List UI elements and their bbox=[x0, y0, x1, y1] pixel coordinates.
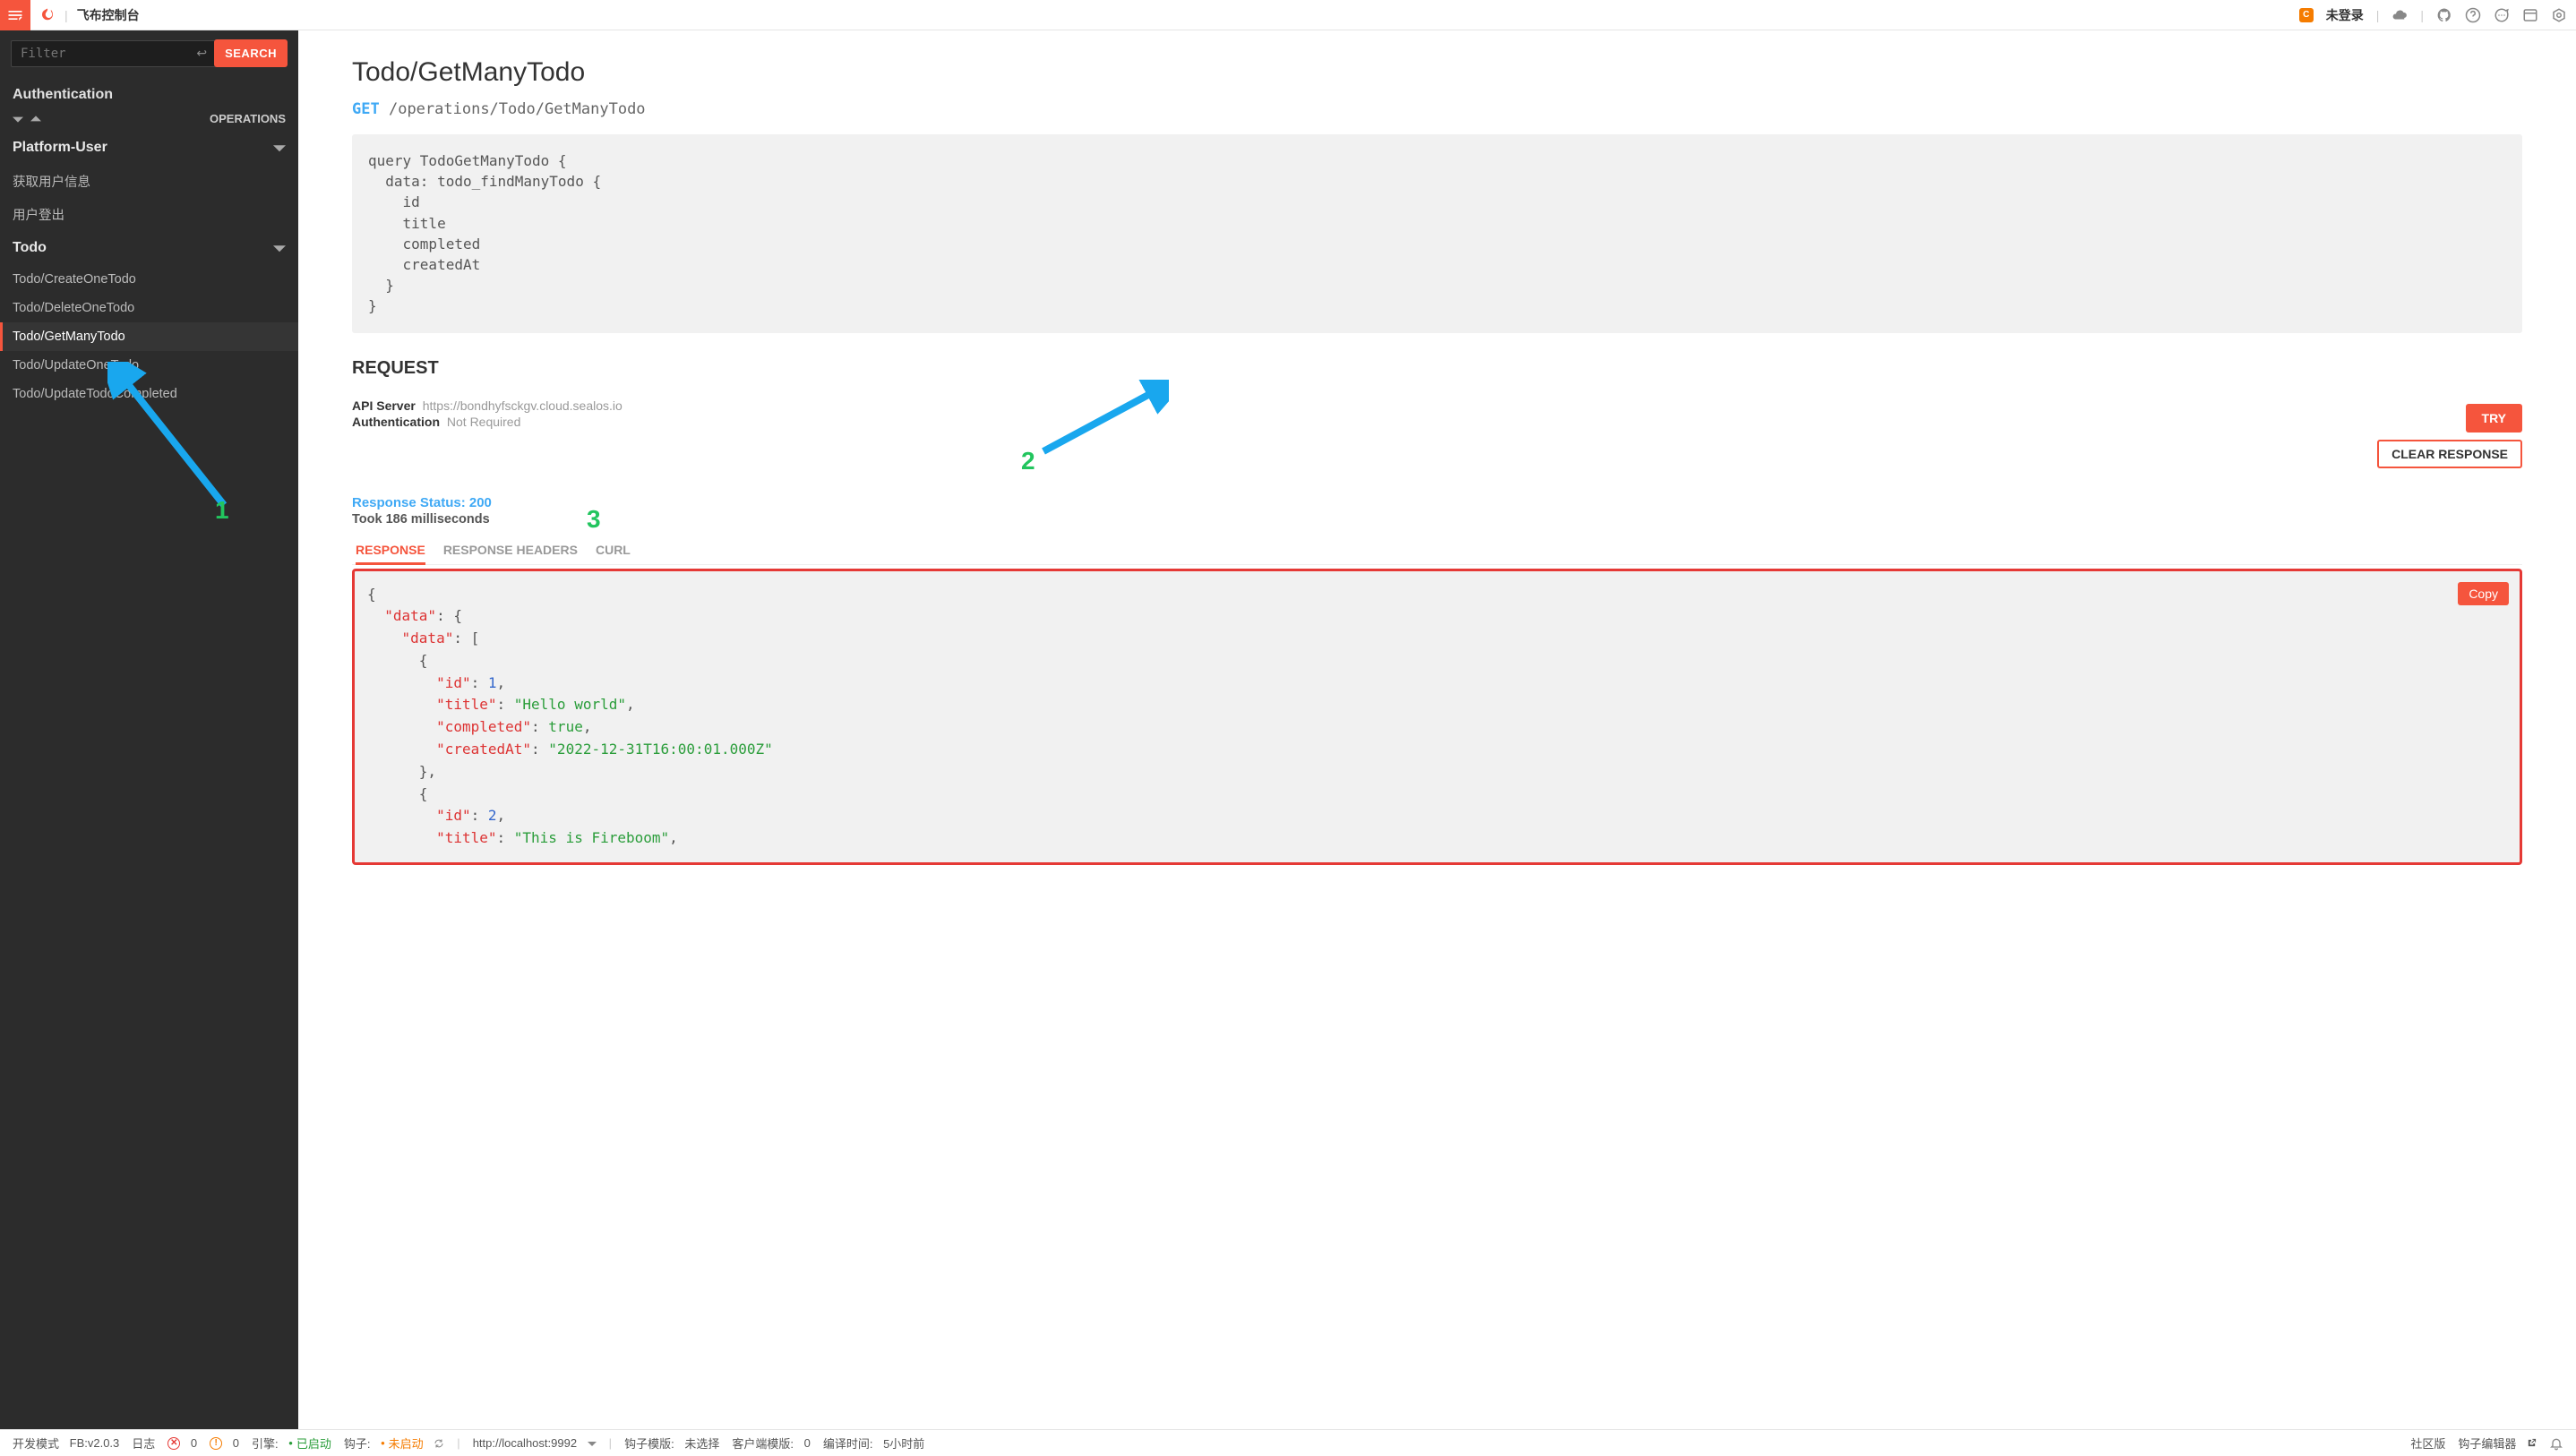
tab-response-headers[interactable]: RESPONSE HEADERS bbox=[443, 537, 578, 564]
try-row: TRY bbox=[352, 404, 2522, 433]
http-method: GET bbox=[352, 100, 380, 118]
mode-label: 开发模式 FB:v2.0.3 bbox=[13, 1435, 119, 1452]
search-button[interactable]: SEARCH bbox=[214, 39, 288, 67]
help-icon[interactable] bbox=[2465, 7, 2481, 23]
hook-template[interactable]: 钩子模版: 未选择 bbox=[624, 1435, 719, 1452]
response-tabs: RESPONSE RESPONSE HEADERS CURL bbox=[352, 537, 2522, 565]
endpoint-line: GET /operations/Todo/GetManyTodo bbox=[352, 100, 2522, 118]
main: Todo/GetManyTodo GET /operations/Todo/Ge… bbox=[298, 30, 2576, 1429]
arrows-row: OPERATIONS bbox=[0, 107, 298, 131]
chevron-down-icon bbox=[273, 141, 286, 154]
flame-icon bbox=[39, 7, 56, 23]
copy-button[interactable]: Copy bbox=[2458, 582, 2509, 605]
try-button[interactable]: TRY bbox=[2466, 404, 2522, 433]
community-label[interactable]: 社区版 bbox=[2410, 1435, 2445, 1452]
chat-icon[interactable] bbox=[2494, 7, 2510, 23]
sidebar-item-updateone[interactable]: Todo/UpdateOneTodo bbox=[0, 351, 298, 380]
client-template[interactable]: 客户端模版: 0 bbox=[732, 1435, 810, 1452]
hook-status: 钩子: •未启动 bbox=[344, 1435, 444, 1452]
menu-icon bbox=[6, 6, 24, 24]
request-heading: REQUEST bbox=[352, 358, 2522, 379]
sidebar-item-deleteone[interactable]: Todo/DeleteOneTodo bbox=[0, 294, 298, 322]
chevron-down-icon bbox=[273, 242, 286, 254]
app-title: 飞布控制台 bbox=[77, 6, 140, 24]
login-badge-icon: C bbox=[2299, 8, 2314, 22]
query-codeblock: query TodoGetManyTodo { data: todo_findM… bbox=[352, 134, 2522, 333]
compile-time: 编译时间: 5小时前 bbox=[823, 1435, 924, 1452]
topbar-right: C 未登录 | | bbox=[2299, 6, 2567, 24]
collapse-up-icon[interactable] bbox=[30, 114, 41, 124]
filter-row: ↩ SEARCH bbox=[0, 39, 298, 78]
page-title: Todo/GetManyTodo bbox=[352, 57, 2522, 88]
response-took: Took 186 milliseconds bbox=[352, 512, 2522, 527]
editor-link[interactable]: 钩子编辑器 bbox=[2458, 1435, 2537, 1452]
topbar: | 飞布控制台 C 未登录 | | bbox=[0, 0, 2576, 30]
response-panel: Copy { "data": { "data": [ { "id": 1, "t… bbox=[352, 569, 2522, 866]
layout: ↩ SEARCH Authentication OPERATIONS Platf… bbox=[0, 30, 2576, 1429]
warning-count[interactable]: ! 0 bbox=[210, 1436, 239, 1450]
group-label: Todo bbox=[13, 240, 47, 256]
auth-heading: Authentication bbox=[0, 78, 298, 107]
error-icon: ✕ bbox=[167, 1437, 180, 1450]
sidebar-item-getmany[interactable]: Todo/GetManyTodo bbox=[0, 322, 298, 351]
clear-response-button[interactable]: CLEAR RESPONSE bbox=[2377, 440, 2522, 468]
group-todo[interactable]: Todo bbox=[0, 231, 298, 265]
warning-icon: ! bbox=[210, 1437, 222, 1450]
error-count[interactable]: ✕ 0 bbox=[167, 1436, 197, 1450]
tab-curl[interactable]: CURL bbox=[596, 537, 631, 564]
external-link-icon bbox=[2527, 1438, 2537, 1448]
engine-status: 引擎: •已启动 bbox=[252, 1435, 331, 1452]
filter-input[interactable] bbox=[11, 40, 216, 67]
operations-label: OPERATIONS bbox=[210, 112, 286, 125]
group-platform-user[interactable]: Platform-User bbox=[0, 131, 298, 165]
menu-button[interactable] bbox=[0, 0, 30, 30]
api-server-label: API Server bbox=[352, 398, 416, 413]
sidebar-item-logout[interactable]: 用户登出 bbox=[0, 198, 298, 231]
log-label[interactable]: 日志 bbox=[132, 1435, 155, 1452]
group-label: Platform-User bbox=[13, 140, 107, 156]
separator: | bbox=[64, 8, 68, 22]
sidebar-item-userinfo[interactable]: 获取用户信息 bbox=[0, 165, 298, 198]
response-status: Response Status: 200 bbox=[352, 495, 2522, 510]
bell-icon[interactable] bbox=[2549, 1436, 2563, 1451]
sidebar: ↩ SEARCH Authentication OPERATIONS Platf… bbox=[0, 30, 298, 1429]
hook-url[interactable]: http://localhost:9992 bbox=[473, 1436, 597, 1450]
settings-icon[interactable] bbox=[2551, 7, 2567, 23]
enter-icon: ↩ bbox=[196, 46, 207, 61]
login-status[interactable]: 未登录 bbox=[2326, 6, 2364, 24]
http-path: /operations/Todo/GetManyTodo bbox=[389, 100, 646, 118]
cloud-icon[interactable] bbox=[2391, 7, 2408, 23]
github-icon[interactable] bbox=[2436, 7, 2452, 23]
api-server-value: https://bondhyfsckgv.cloud.sealos.io bbox=[423, 398, 623, 413]
sidebar-item-updatecompleted[interactable]: Todo/UpdateTodoCompleted bbox=[0, 380, 298, 408]
collapse-down-icon[interactable] bbox=[13, 114, 23, 124]
chevron-down-icon bbox=[588, 1439, 597, 1448]
window-icon[interactable] bbox=[2522, 7, 2538, 23]
refresh-icon[interactable] bbox=[434, 1438, 444, 1449]
sidebar-item-createone[interactable]: Todo/CreateOneTodo bbox=[0, 265, 298, 294]
auth-value: Not Required bbox=[447, 415, 521, 429]
footer: 开发模式 FB:v2.0.3 日志 ✕ 0 ! 0 引擎: •已启动 钩子: •… bbox=[0, 1429, 2576, 1456]
auth-label: Authentication bbox=[352, 415, 440, 429]
tab-response[interactable]: RESPONSE bbox=[356, 537, 425, 565]
topbar-left: | 飞布控制台 bbox=[9, 0, 140, 30]
response-json: { "data": { "data": [ { "id": 1, "title"… bbox=[367, 584, 2507, 851]
